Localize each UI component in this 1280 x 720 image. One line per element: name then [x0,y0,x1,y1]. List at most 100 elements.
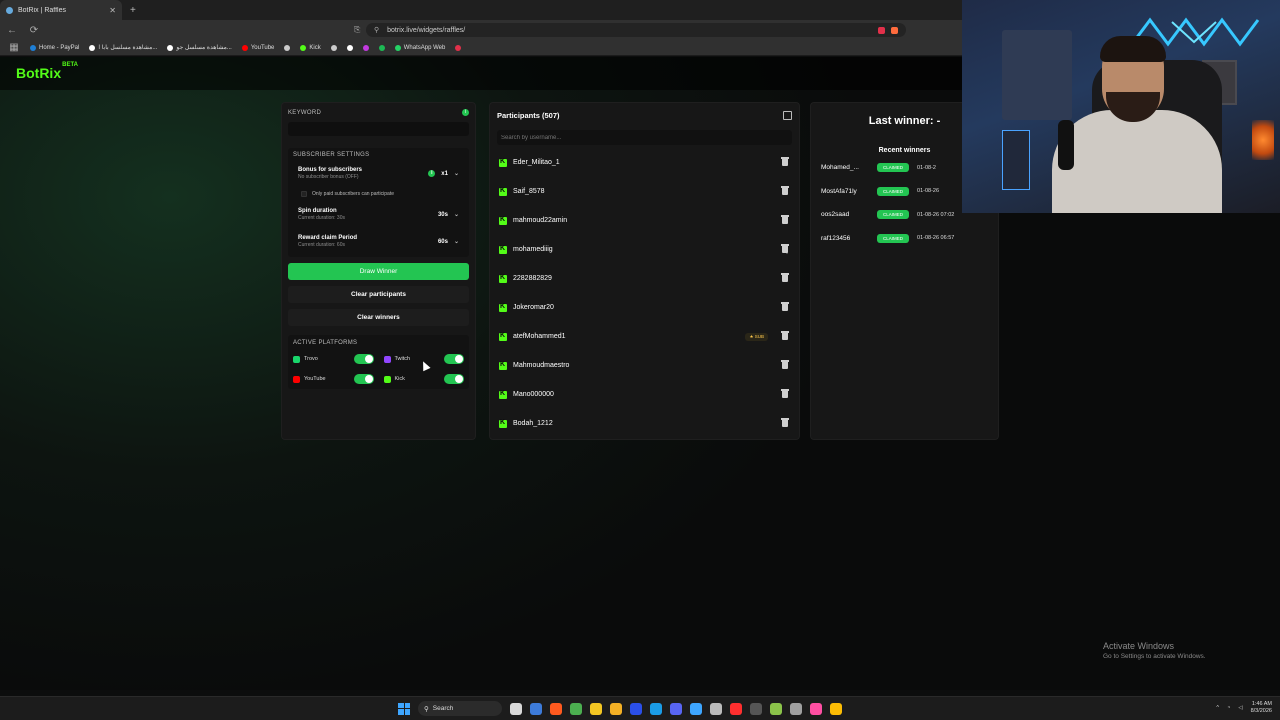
taskbar-app-icon[interactable] [610,702,622,715]
delete-icon[interactable] [781,215,789,224]
reward-period-select[interactable]: 60s ⌄ [438,238,459,246]
taskbar-app-icon[interactable] [730,702,742,715]
winner-time: 01-08-26 06:57 [917,235,955,242]
platform-toggle[interactable] [444,354,464,364]
url-field[interactable]: ⚲ botrix.live/widgets/raffles/ [366,23,906,37]
platform-toggle[interactable] [353,354,374,364]
bookmark-item[interactable]: مشاهدة مسلسل بابا ا... [89,44,157,51]
botrix-logo[interactable]: BotRixBETA [16,62,78,81]
taskbar-app-icon[interactable] [530,702,542,715]
taskbar-app-icon[interactable] [810,702,822,715]
reward-desc: Current duration: 60s [298,242,345,248]
windows-taskbar: ⚲ Search ^ ◔ ◁ 1:46 AM 8/3/2026 [0,696,1280,720]
platform-grid: Trovo Twitch YouTube Kick [293,354,464,384]
bonus-info-icon[interactable]: i [428,170,436,177]
participant-list: Eder_Militao_1 Saif_8578 mahmoud22amin moha… [497,148,792,433]
delete-icon[interactable] [781,273,789,282]
taskbar-app-icon[interactable] [690,702,702,715]
delete-icon[interactable] [781,244,789,253]
reload-icon[interactable]: ⟳ [28,25,40,36]
clear-winners-button[interactable]: Clear winners [288,309,469,326]
bookmark-favicon-icon [30,44,36,51]
participant-row: mahmoud22amin [497,206,792,235]
taskbar-app-icon[interactable] [670,702,682,715]
trovo-icon [293,355,300,363]
bonus-desc: No subscriber bonus (OFF) [298,174,359,180]
taskbar-app-icon[interactable] [770,702,782,715]
delete-icon[interactable] [781,302,789,311]
spin-duration-select[interactable]: 30s ⌄ [438,211,459,219]
bookmark-star-icon[interactable]: ⎘ [354,25,360,35]
taskbar-search[interactable]: ⚲ Search [418,701,502,716]
taskbar-app-icon[interactable] [710,702,722,715]
bookmark-item[interactable] [378,44,385,51]
participant-name: Saif_8578 [513,188,545,195]
participant-name: Eder_Militao_1 [513,159,560,166]
bookmark-item[interactable]: Home - PayPal [30,44,79,51]
clear-participants-button[interactable]: Clear participants [288,286,469,303]
bookmark-item[interactable] [284,44,291,51]
delete-icon[interactable] [781,157,789,166]
taskbar-app-icon[interactable] [570,702,582,715]
participant-name: mohamediiig [513,246,553,253]
participant-name: 2282882829 [513,275,552,282]
bookmark-item[interactable] [346,44,353,51]
site-info-icon[interactable]: ⚲ [374,26,379,34]
participant-row: Eder_Militao_1 [497,148,792,177]
taskbar-app-icon[interactable] [650,702,662,715]
info-icon[interactable]: i [462,109,469,116]
delete-icon[interactable] [781,331,789,340]
copy-icon[interactable] [783,111,792,120]
subscriber-settings: SUBSCRIBER SETTINGS Bonus for subscriber… [288,148,469,257]
sub-badge: ★ SUB [745,332,768,341]
taskbar-app-icon[interactable] [550,702,562,715]
bookmark-item[interactable] [362,44,369,51]
keyword-input[interactable] [288,122,469,136]
bookmark-item[interactable] [330,44,337,51]
streamer-body [1052,110,1222,213]
bookmark-item[interactable]: WhatsApp Web [394,44,445,51]
kick-icon [383,375,391,383]
youtube-icon [293,375,300,383]
taskbar-app-icon[interactable] [830,702,842,715]
taskbar-app-icon[interactable] [630,702,642,715]
paid-only-checkbox-row[interactable]: Only paid subscribers can participate [293,185,464,203]
delete-icon[interactable] [781,186,789,195]
paid-only-checkbox[interactable] [301,191,307,197]
bonus-select[interactable]: i x1 ⌄ [428,170,459,177]
lamp [1252,120,1274,160]
participants-title: Participants (507) [497,111,560,120]
reward-period-row: Reward claim Period Current duration: 60… [293,226,464,253]
clock[interactable]: 1:46 AM 8/3/2026 [1251,701,1272,715]
bookmark-label: YouTube [250,44,275,51]
bookmark-item[interactable]: YouTube [241,44,275,51]
bookmark-item[interactable]: Kick [300,44,321,51]
bookmark-item[interactable] [455,44,462,51]
taskbar-app-icon[interactable] [590,702,602,715]
taskbar-app-icon[interactable] [510,702,522,715]
apps-grid-icon[interactable]: ▦ [8,42,20,53]
platform-toggle[interactable] [353,374,374,384]
participant-search-input[interactable] [497,130,792,145]
chevron-up-icon[interactable]: ^ [1216,705,1219,711]
brave-shield-icon[interactable] [878,26,885,34]
platform-name: Kick [394,376,405,382]
twitch-icon [383,355,391,363]
rewards-icon[interactable] [891,26,898,34]
taskbar-app-icon[interactable] [790,702,802,715]
windows-start-icon[interactable] [398,702,410,715]
tab-close-icon[interactable]: ✕ [109,6,116,15]
platform-toggle[interactable] [444,374,464,384]
browser-tab[interactable]: BotRix | Raffles ✕ [0,0,122,20]
kick-icon [499,303,507,312]
new-tab-button[interactable]: + [130,5,136,16]
delete-icon[interactable] [781,360,789,369]
draw-winner-button[interactable]: Draw Winner [288,263,469,280]
wifi-icon[interactable]: ◔ [1227,705,1230,711]
delete-icon[interactable] [781,418,789,427]
bookmark-item[interactable]: مشاهدة مسلسل جو... [167,44,232,51]
taskbar-app-icon[interactable] [750,702,762,715]
volume-icon[interactable]: ◁ [1238,705,1242,711]
back-icon[interactable]: ← [6,25,18,36]
delete-icon[interactable] [781,389,789,398]
